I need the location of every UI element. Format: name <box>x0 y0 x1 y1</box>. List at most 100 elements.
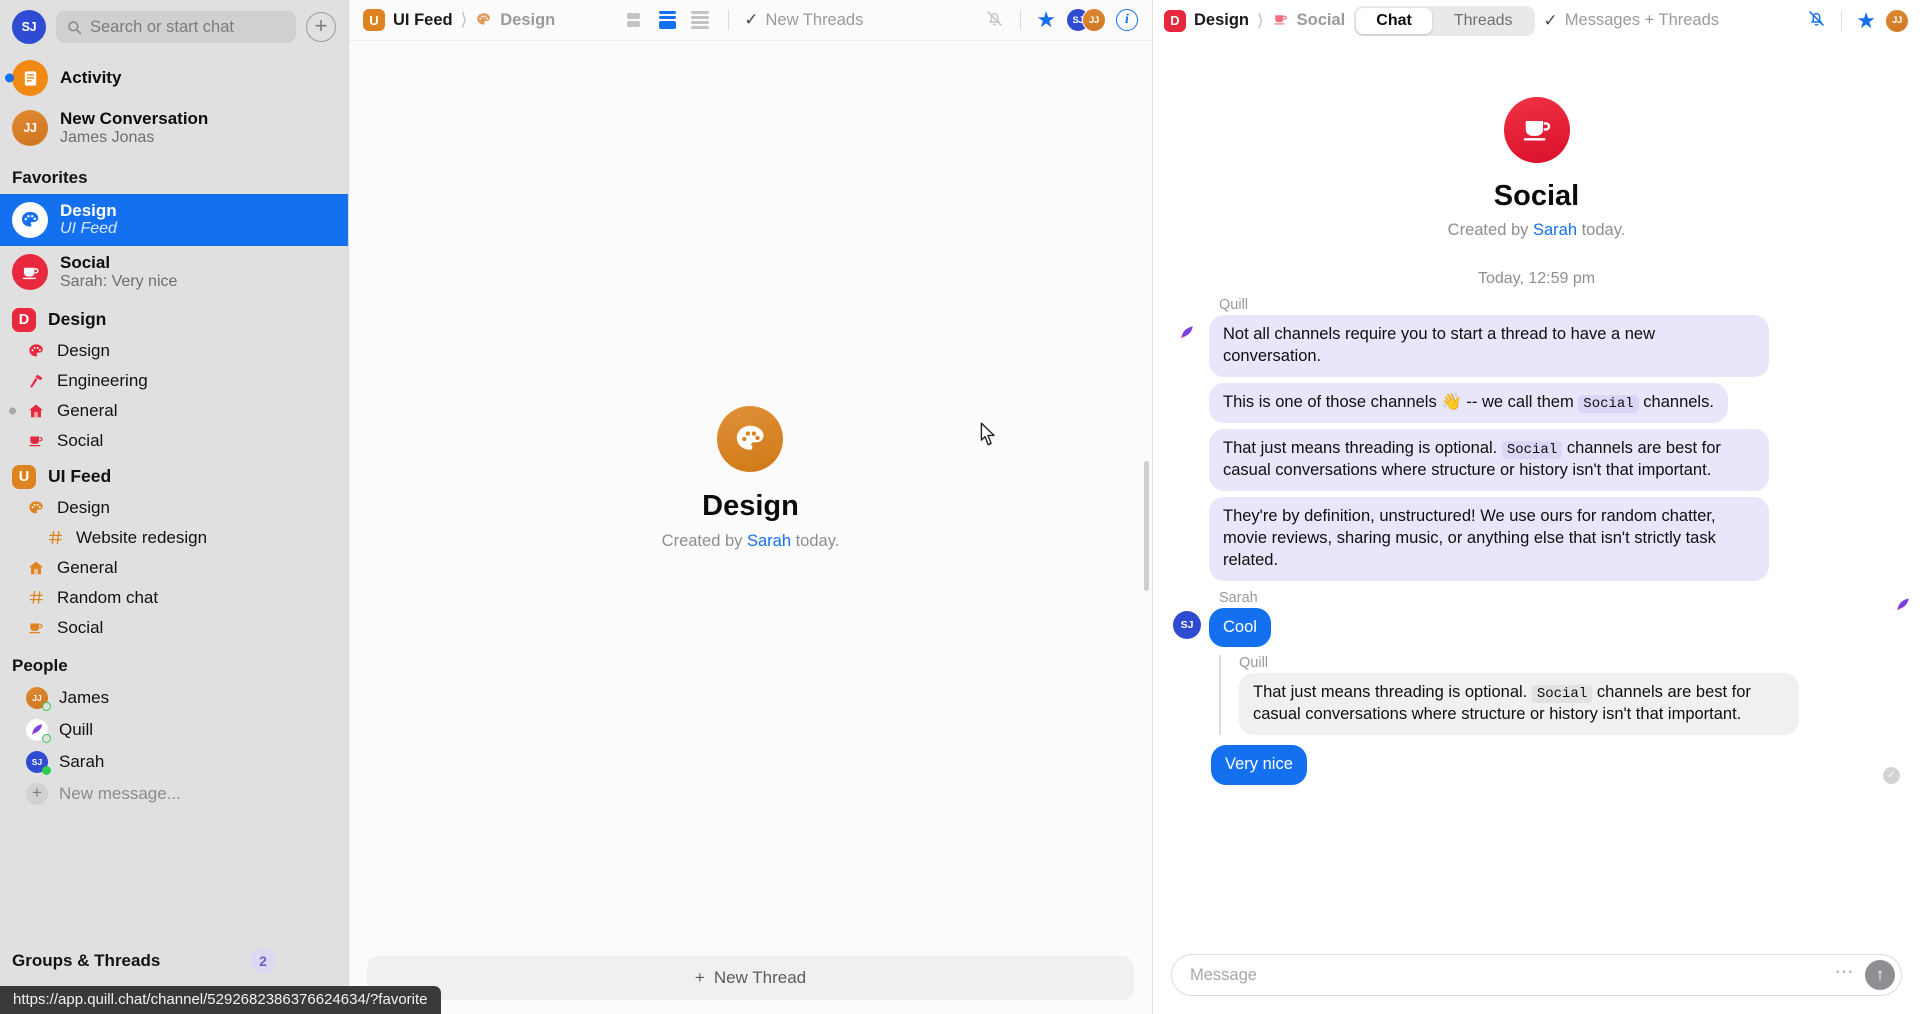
divider <box>728 10 730 30</box>
channel-label: Random chat <box>57 587 159 607</box>
palette-icon <box>475 11 492 30</box>
scrollbar[interactable] <box>1144 461 1149 591</box>
chevron-right-icon: ⟩ <box>460 10 468 29</box>
message-group-sarah: Sarah SJ Cool <box>1173 590 1900 648</box>
avatar-spacer <box>1173 500 1201 528</box>
coffee-icon <box>26 432 46 450</box>
created-by-text: Created by Sarah today. <box>1447 221 1626 239</box>
center-panel: U UI Feed ⟩ Design ✓ New Threads ★ SJ JJ… <box>348 0 1152 1014</box>
layout-list-icon[interactable] <box>691 11 713 29</box>
sidebar-item-new-conversation[interactable]: JJ New Conversation James Jonas <box>0 102 348 155</box>
star-icon[interactable]: ★ <box>1856 9 1876 32</box>
layout-grid-icon[interactable] <box>627 11 649 29</box>
avatar: JJ <box>1082 8 1106 32</box>
avatar[interactable]: SJ <box>12 10 46 44</box>
send-arrow-icon[interactable]: ↑ <box>1865 960 1895 990</box>
new-chat-button[interactable]: + <box>306 12 336 42</box>
search-icon <box>68 20 82 34</box>
message-bubble[interactable]: They're by definition, unstructured! We … <box>1209 496 1769 581</box>
avatar: SJ <box>26 750 51 775</box>
coffee-icon <box>26 619 46 637</box>
message-bubble[interactable]: Very nice <box>1211 745 1307 786</box>
channel-design-design[interactable]: Design <box>0 336 348 366</box>
channel-uifeed-social[interactable]: Social <box>0 613 348 643</box>
sidebar-item-social-favorite[interactable]: Social Sarah: Very nice <box>0 246 348 299</box>
hash-icon <box>45 529 65 546</box>
avatar-spacer <box>1173 432 1201 460</box>
conversation-subtitle: James Jonas <box>60 128 155 146</box>
workspace-badge[interactable]: D <box>1164 9 1186 32</box>
view-tabs: Chat Threads <box>1354 5 1535 36</box>
workspace-badge[interactable]: U <box>363 9 385 31</box>
channel-design-general[interactable]: General <box>0 396 348 426</box>
channel-uifeed-website-redesign[interactable]: Website redesign <box>0 523 348 553</box>
section-header-groups-threads[interactable]: Groups & Threads 2 <box>12 948 336 974</box>
tab-chat[interactable]: Chat <box>1356 7 1432 34</box>
channel-uifeed-general[interactable]: General <box>0 553 348 583</box>
bell-off-icon[interactable] <box>984 8 1005 33</box>
creator-link[interactable]: Sarah <box>1533 221 1577 239</box>
workspace-badge: U <box>12 464 36 489</box>
member-avatars[interactable]: SJ JJ <box>1066 8 1106 32</box>
workspace-header-ui-feed[interactable]: U UI Feed <box>0 456 348 493</box>
sidebar-item-activity[interactable]: Activity <box>0 54 348 102</box>
star-icon[interactable]: ★ <box>1036 9 1056 31</box>
quill-logo-icon <box>1180 325 1193 338</box>
breadcrumb-workspace[interactable]: Design <box>1194 11 1249 30</box>
person-quill[interactable]: Quill <box>0 714 348 746</box>
inline-code: Social <box>1501 440 1563 459</box>
channel-design-engineering[interactable]: Engineering <box>0 366 348 396</box>
breadcrumb-workspace[interactable]: UI Feed <box>393 11 453 30</box>
layout-split-icon[interactable] <box>659 11 681 29</box>
new-thread-label: New Thread <box>713 968 807 987</box>
breadcrumb-channel[interactable]: Design <box>500 11 555 30</box>
member-avatars[interactable]: JJ <box>1885 8 1909 33</box>
coffee-icon <box>12 254 48 291</box>
sidebar-item-design-favorite[interactable]: Design UI Feed <box>0 193 348 247</box>
bell-off-icon[interactable] <box>1806 8 1827 33</box>
palette-icon <box>26 342 46 360</box>
person-james[interactable]: JJ James <box>0 682 348 714</box>
read-receipt-icon: ✓ <box>1883 767 1900 785</box>
message-composer[interactable]: Message ⋯ ↑ <box>1171 954 1902 996</box>
groups-threads-badge: 2 <box>250 948 276 974</box>
more-icon[interactable]: ⋯ <box>1835 961 1856 990</box>
message-bubble[interactable]: Not all channels require you to start a … <box>1209 315 1769 377</box>
channel-uifeed-design[interactable]: Design <box>0 493 348 523</box>
person-name: Quill <box>59 719 94 739</box>
new-message-button[interactable]: + New message... <box>0 778 348 810</box>
breadcrumb-channel[interactable]: Social <box>1297 11 1346 30</box>
new-thread-button[interactable]: + New Thread <box>367 956 1134 1000</box>
info-icon[interactable]: i <box>1116 9 1138 31</box>
avatar: JJ <box>26 686 51 711</box>
channel-label: Social <box>57 617 104 637</box>
workspace-header-design[interactable]: D Design <box>0 299 348 336</box>
right-panel: D Design ⟩ Social Chat Threads ✓ Message… <box>1152 0 1920 1014</box>
messages-threads-filter[interactable]: ✓ Messages + Threads <box>1544 11 1720 31</box>
message-input[interactable]: Message <box>1190 966 1835 985</box>
channel-uifeed-random-chat[interactable]: Random chat <box>0 583 348 613</box>
message-bubble[interactable]: This is one of those channels 👋 -- we ca… <box>1209 382 1728 423</box>
palette-icon <box>26 499 46 517</box>
person-sarah[interactable]: SJ Sarah <box>0 746 348 778</box>
activity-icon <box>12 60 48 96</box>
breadcrumb: U UI Feed ⟩ Design <box>363 9 555 31</box>
app-window: SJ Search or start chat + Activity JJ Ne… <box>0 0 1920 1014</box>
tab-threads[interactable]: Threads <box>1434 8 1533 34</box>
divider <box>1841 10 1843 31</box>
hash-icon <box>26 589 46 606</box>
channel-design-social[interactable]: Social <box>0 426 348 456</box>
favorite-title: Design <box>60 200 117 220</box>
presence-indicator <box>42 765 51 775</box>
creator-link[interactable]: Sarah <box>747 532 791 550</box>
center-toolbar: U UI Feed ⟩ Design ✓ New Threads ★ SJ JJ… <box>349 0 1152 41</box>
groups-threads-label: Groups & Threads <box>12 951 161 970</box>
page-title: Design <box>702 490 799 522</box>
search-input[interactable]: Search or start chat <box>56 11 296 43</box>
mouse-cursor <box>980 422 995 446</box>
quoted-bubble[interactable]: That just means threading is optional. S… <box>1239 673 1799 736</box>
message-bubble[interactable]: That just means threading is optional. S… <box>1209 428 1769 491</box>
hammer-icon <box>26 372 46 390</box>
message-bubble[interactable]: Cool <box>1209 607 1271 648</box>
new-threads-filter[interactable]: ✓ New Threads <box>744 10 863 30</box>
